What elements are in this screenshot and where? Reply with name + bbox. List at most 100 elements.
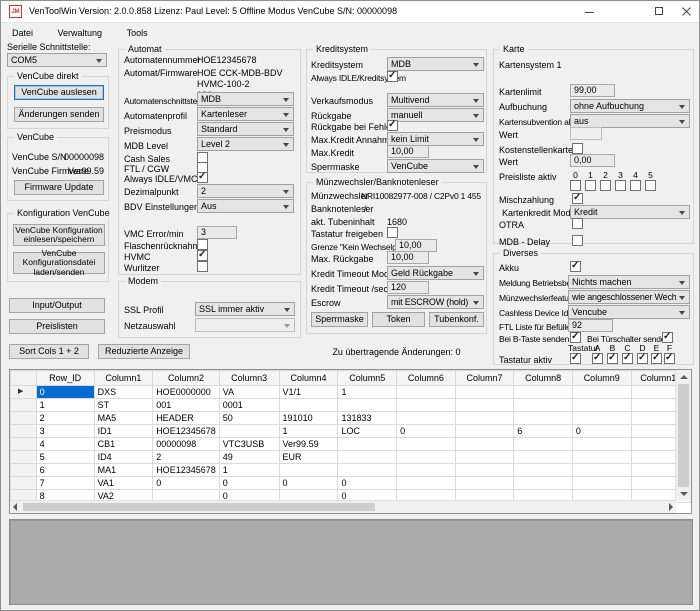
grid-cell[interactable]: 50: [219, 412, 279, 425]
bei-tuerschalter-checkbox[interactable]: [662, 332, 673, 343]
max-kredit-input[interactable]: 10,00: [387, 145, 429, 158]
grid-cell[interactable]: [397, 399, 456, 412]
serial-port-select[interactable]: COM5: [7, 53, 107, 67]
grid-column-header[interactable]: Column3: [219, 371, 279, 386]
max-kredit-annahme-select[interactable]: kein Limit: [387, 132, 484, 146]
grid-cell[interactable]: [338, 451, 397, 464]
grid-column-header[interactable]: Column6: [397, 371, 456, 386]
grid-cell[interactable]: [397, 464, 456, 477]
tastatur-checkbox[interactable]: [570, 353, 581, 364]
grid-column-header[interactable]: Column1: [94, 371, 153, 386]
grid-cell[interactable]: VTC3USB: [219, 438, 279, 451]
tastatur-checkbox[interactable]: [637, 353, 648, 364]
grid-cell[interactable]: 0: [338, 477, 397, 490]
grid-cell[interactable]: [572, 399, 631, 412]
kreditsystem-select[interactable]: MDB: [387, 57, 484, 71]
grid-cell[interactable]: [514, 451, 573, 464]
grid-cell[interactable]: 5: [36, 451, 94, 464]
meldung-betriebsbereit-select[interactable]: Nichts machen: [568, 275, 690, 289]
grid-cell[interactable]: [514, 399, 573, 412]
muenzwechslerfeature-select[interactable]: wie angeschlossener Wech: [568, 290, 690, 304]
grid-cell[interactable]: 001: [153, 399, 220, 412]
token-button[interactable]: Token: [372, 312, 425, 327]
menu-datei[interactable]: Datei: [1, 23, 44, 38]
grid-cell[interactable]: 7: [36, 477, 94, 490]
grid-cell[interactable]: [572, 464, 631, 477]
grid-cell[interactable]: [397, 451, 456, 464]
grid-cell[interactable]: [514, 438, 573, 451]
grid-cell[interactable]: DXS: [94, 386, 153, 399]
grid-cell[interactable]: [338, 399, 397, 412]
konfiguration-einlesen-button[interactable]: VenCube Konfiguration einlesen/speichern: [13, 224, 105, 246]
wert-2-input[interactable]: 0,00: [570, 154, 615, 167]
rueckgabe-select[interactable]: manuell: [387, 108, 484, 122]
grid-cell[interactable]: [397, 412, 456, 425]
grid-row-header[interactable]: [11, 451, 37, 464]
aufbuchung-select[interactable]: ohne Aufbuchung: [570, 99, 690, 113]
grid-cell[interactable]: [219, 425, 279, 438]
grid-cell[interactable]: 3: [36, 425, 94, 438]
grid-column-header[interactable]: Column5: [338, 371, 397, 386]
grid-cell[interactable]: 0: [572, 425, 631, 438]
bdv-einstellungen-select[interactable]: Aus: [197, 199, 294, 213]
kredit-timeout-mode-select[interactable]: Geld Rückgabe: [387, 266, 484, 280]
kostenstellenkarte-checkbox[interactable]: [572, 143, 583, 154]
grid-cell[interactable]: HOE0000000: [153, 386, 220, 399]
grid-column-header[interactable]: Column9: [572, 371, 631, 386]
grid-row-header[interactable]: [11, 399, 37, 412]
ssl-profil-select[interactable]: SSL immer aktiv: [195, 302, 295, 316]
grid-corner-header[interactable]: [11, 371, 37, 386]
cashless-device-ident-select[interactable]: Vencube: [568, 305, 690, 319]
grid-cell[interactable]: 49: [219, 451, 279, 464]
grid-row-header[interactable]: [11, 477, 37, 490]
verkaufsmodus-select[interactable]: Multivend: [387, 93, 484, 107]
always-idle-kreditsystem-checkbox[interactable]: [387, 71, 398, 82]
grid-cell[interactable]: [572, 477, 631, 490]
grid-cell[interactable]: HOE12345678: [153, 425, 220, 438]
sort-cols-button[interactable]: Sort Cols 1 + 2: [9, 344, 89, 359]
grid-cell[interactable]: [514, 386, 573, 399]
input-output-button[interactable]: Input/Output: [9, 298, 105, 313]
dezimalpunkt-select[interactable]: 2: [197, 184, 294, 198]
grid-column-header[interactable]: Column2: [153, 371, 220, 386]
preisliste-checkbox[interactable]: [585, 180, 596, 191]
grid-column-header[interactable]: Column4: [279, 371, 338, 386]
preisliste-checkbox[interactable]: [645, 180, 656, 191]
grid-cell[interactable]: 0: [397, 425, 456, 438]
grid-cell[interactable]: 6: [514, 425, 573, 438]
preisliste-checkbox[interactable]: [600, 180, 611, 191]
grid-cell[interactable]: [397, 477, 456, 490]
grid-cell[interactable]: [455, 399, 514, 412]
maximize-button[interactable]: [645, 1, 673, 23]
grid-cell[interactable]: MA1: [94, 464, 153, 477]
grid-cell[interactable]: [455, 425, 514, 438]
grid-cell[interactable]: 0: [279, 477, 338, 490]
grid-row-header[interactable]: ▶: [11, 386, 37, 399]
preisliste-checkbox[interactable]: [630, 180, 641, 191]
tastatur-checkbox[interactable]: [651, 353, 662, 364]
hvmc-checkbox[interactable]: [197, 250, 208, 261]
grid-cell[interactable]: VA1: [94, 477, 153, 490]
grid-cell[interactable]: 4: [36, 438, 94, 451]
akku-checkbox[interactable]: [570, 261, 581, 272]
tastatur-freigeben-checkbox[interactable]: [387, 227, 398, 238]
vencube-auslesen-button[interactable]: VenCube auslesen: [14, 85, 104, 100]
grid-cell[interactable]: [572, 438, 631, 451]
mdb-delay-checkbox[interactable]: [572, 235, 583, 246]
grid-cell[interactable]: LOC: [338, 425, 397, 438]
horizontal-scroll-thumb[interactable]: [23, 503, 375, 511]
grid-cell[interactable]: VA: [219, 386, 279, 399]
grid-cell[interactable]: EUR: [279, 451, 338, 464]
grid-cell[interactable]: 2: [36, 412, 94, 425]
horizontal-scrollbar[interactable]: [10, 500, 676, 513]
otra-checkbox[interactable]: [572, 218, 583, 229]
sperrmaske-button[interactable]: Sperrmaske: [311, 312, 368, 327]
preisliste-checkbox[interactable]: [615, 180, 626, 191]
vertical-scroll-thumb[interactable]: [678, 384, 689, 487]
firmware-update-button[interactable]: Firmware Update: [14, 180, 104, 195]
preisliste-checkbox[interactable]: [570, 180, 581, 191]
kredit-timeout-sec-input[interactable]: 120: [387, 281, 429, 294]
grid-cell[interactable]: [455, 464, 514, 477]
bei-b-taste-checkbox[interactable]: [570, 332, 581, 343]
vmc-error-input[interactable]: 3: [197, 226, 237, 239]
